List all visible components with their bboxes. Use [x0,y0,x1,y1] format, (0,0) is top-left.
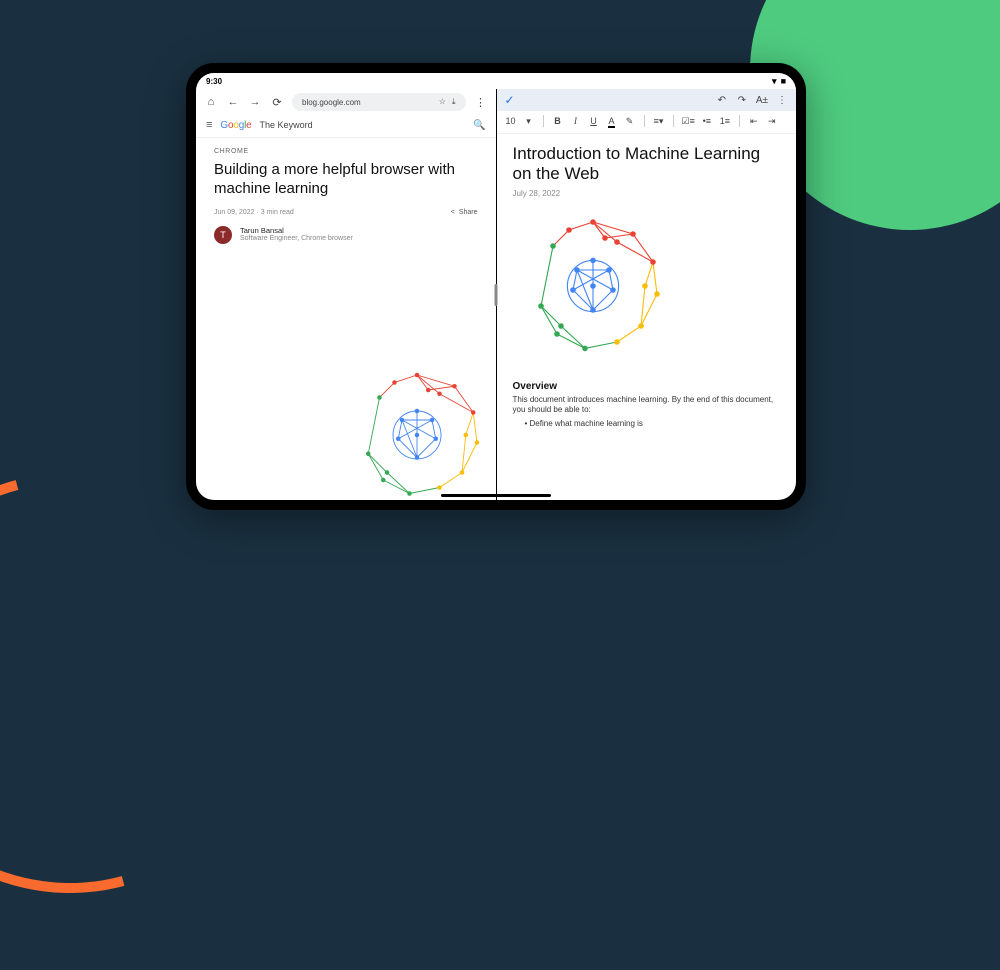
font-size-chevron-icon[interactable]: ▾ [523,116,535,127]
download-icon[interactable]: ⤓ [452,97,456,107]
forward-icon[interactable]: → [248,95,262,109]
tablet-screen: 9:30 ▾ ■ ⌂ ← → ⟳ blog.google.com ☆ [196,73,796,500]
chrome-network-graphic [342,360,492,500]
share-icon: < [451,209,455,216]
google-logo: Google [220,120,251,131]
site-header: ≡ Google The Keyword 🔍 [196,115,496,138]
doc-date[interactable]: July 28, 2022 [513,189,781,198]
split-handle[interactable] [495,284,498,306]
author-name: Tarun Bansal [240,226,353,235]
overview-body[interactable]: This document introduces machine learnin… [513,395,781,416]
underline-button[interactable]: U [588,116,600,126]
browser-pane: ⌂ ← → ⟳ blog.google.com ☆ ⤓ ⋮ ≡ G [196,89,496,500]
doc-graphic [513,206,673,366]
overflow-icon[interactable]: ⋮ [474,95,488,109]
overview-bullet[interactable]: • Define what machine learning is [525,419,781,428]
undo-icon[interactable]: ↶ [716,95,728,106]
doc-title[interactable]: Introduction to Machine Learning on the … [513,144,781,185]
toolbar-separator [673,115,674,127]
search-icon[interactable]: 🔍 [321,120,486,131]
doc-toolbar: 10 ▾ B I U A ✎ ≡▾ ☑≡ •≡ 1≡ ⇤ ⇥ [497,111,797,134]
menu-icon[interactable]: ≡ [206,119,212,131]
site-title: The Keyword [260,120,313,130]
article-eyebrow: CHROME [214,148,478,155]
redo-icon[interactable]: ↷ [736,95,748,106]
outdent-button[interactable]: ⇤ [748,116,760,127]
author-role: Software Engineer, Chrome browser [240,235,353,242]
done-icon[interactable]: ✓ [505,93,515,107]
doc-topbar: ✓ ↶ ↷ A± ⋮ [497,89,797,111]
bulleted-list-button[interactable]: •≡ [701,116,713,126]
text-color-button[interactable]: A [606,116,618,126]
doc-body[interactable]: Introduction to Machine Learning on the … [497,134,797,500]
url-text: blog.google.com [302,98,361,107]
avatar: T [214,226,232,244]
docs-pane: ✓ ↶ ↷ A± ⋮ 10 ▾ B I U A ✎ [497,89,797,500]
reload-icon[interactable]: ⟳ [270,95,284,109]
article-meta: Jun 09, 2022 · 3 min read [214,209,294,216]
toolbar-separator [644,115,645,127]
checklist-button[interactable]: ☑≡ [682,116,695,127]
battery-icon: ■ [781,76,786,86]
star-icon[interactable]: ☆ [439,97,446,107]
article: CHROME Building a more helpful browser w… [196,138,496,500]
split-view: ⌂ ← → ⟳ blog.google.com ☆ ⤓ ⋮ ≡ G [196,89,796,500]
bold-button[interactable]: B [552,116,564,126]
toolbar-separator [543,115,544,127]
status-icons: ▾ ■ [772,76,786,87]
status-time: 9:30 [206,77,222,86]
numbered-list-button[interactable]: 1≡ [719,116,731,126]
status-bar: 9:30 ▾ ■ [196,73,796,89]
article-headline: Building a more helpful browser with mac… [214,161,478,199]
browser-topbar: ⌂ ← → ⟳ blog.google.com ☆ ⤓ ⋮ [196,89,496,115]
author-block: T Tarun Bansal Software Engineer, Chrome… [214,226,478,244]
indent-button[interactable]: ⇥ [766,116,778,127]
toolbar-separator [739,115,740,127]
font-size-value[interactable]: 10 [505,116,517,126]
wifi-icon: ▾ [772,76,777,87]
share-button[interactable]: < Share [451,209,478,216]
tablet-frame: 9:30 ▾ ■ ⌂ ← → ⟳ blog.google.com ☆ [186,63,806,510]
back-icon[interactable]: ← [226,95,240,109]
gesture-bar[interactable] [441,494,551,497]
overview-heading[interactable]: Overview [513,381,781,392]
text-size-icon[interactable]: A± [756,95,768,106]
highlight-button[interactable]: ✎ [624,116,636,127]
align-button[interactable]: ≡▾ [653,116,665,127]
home-icon[interactable]: ⌂ [204,95,218,109]
url-bar[interactable]: blog.google.com ☆ ⤓ [292,93,466,111]
italic-button[interactable]: I [570,116,582,126]
doc-overflow-icon[interactable]: ⋮ [776,95,788,106]
